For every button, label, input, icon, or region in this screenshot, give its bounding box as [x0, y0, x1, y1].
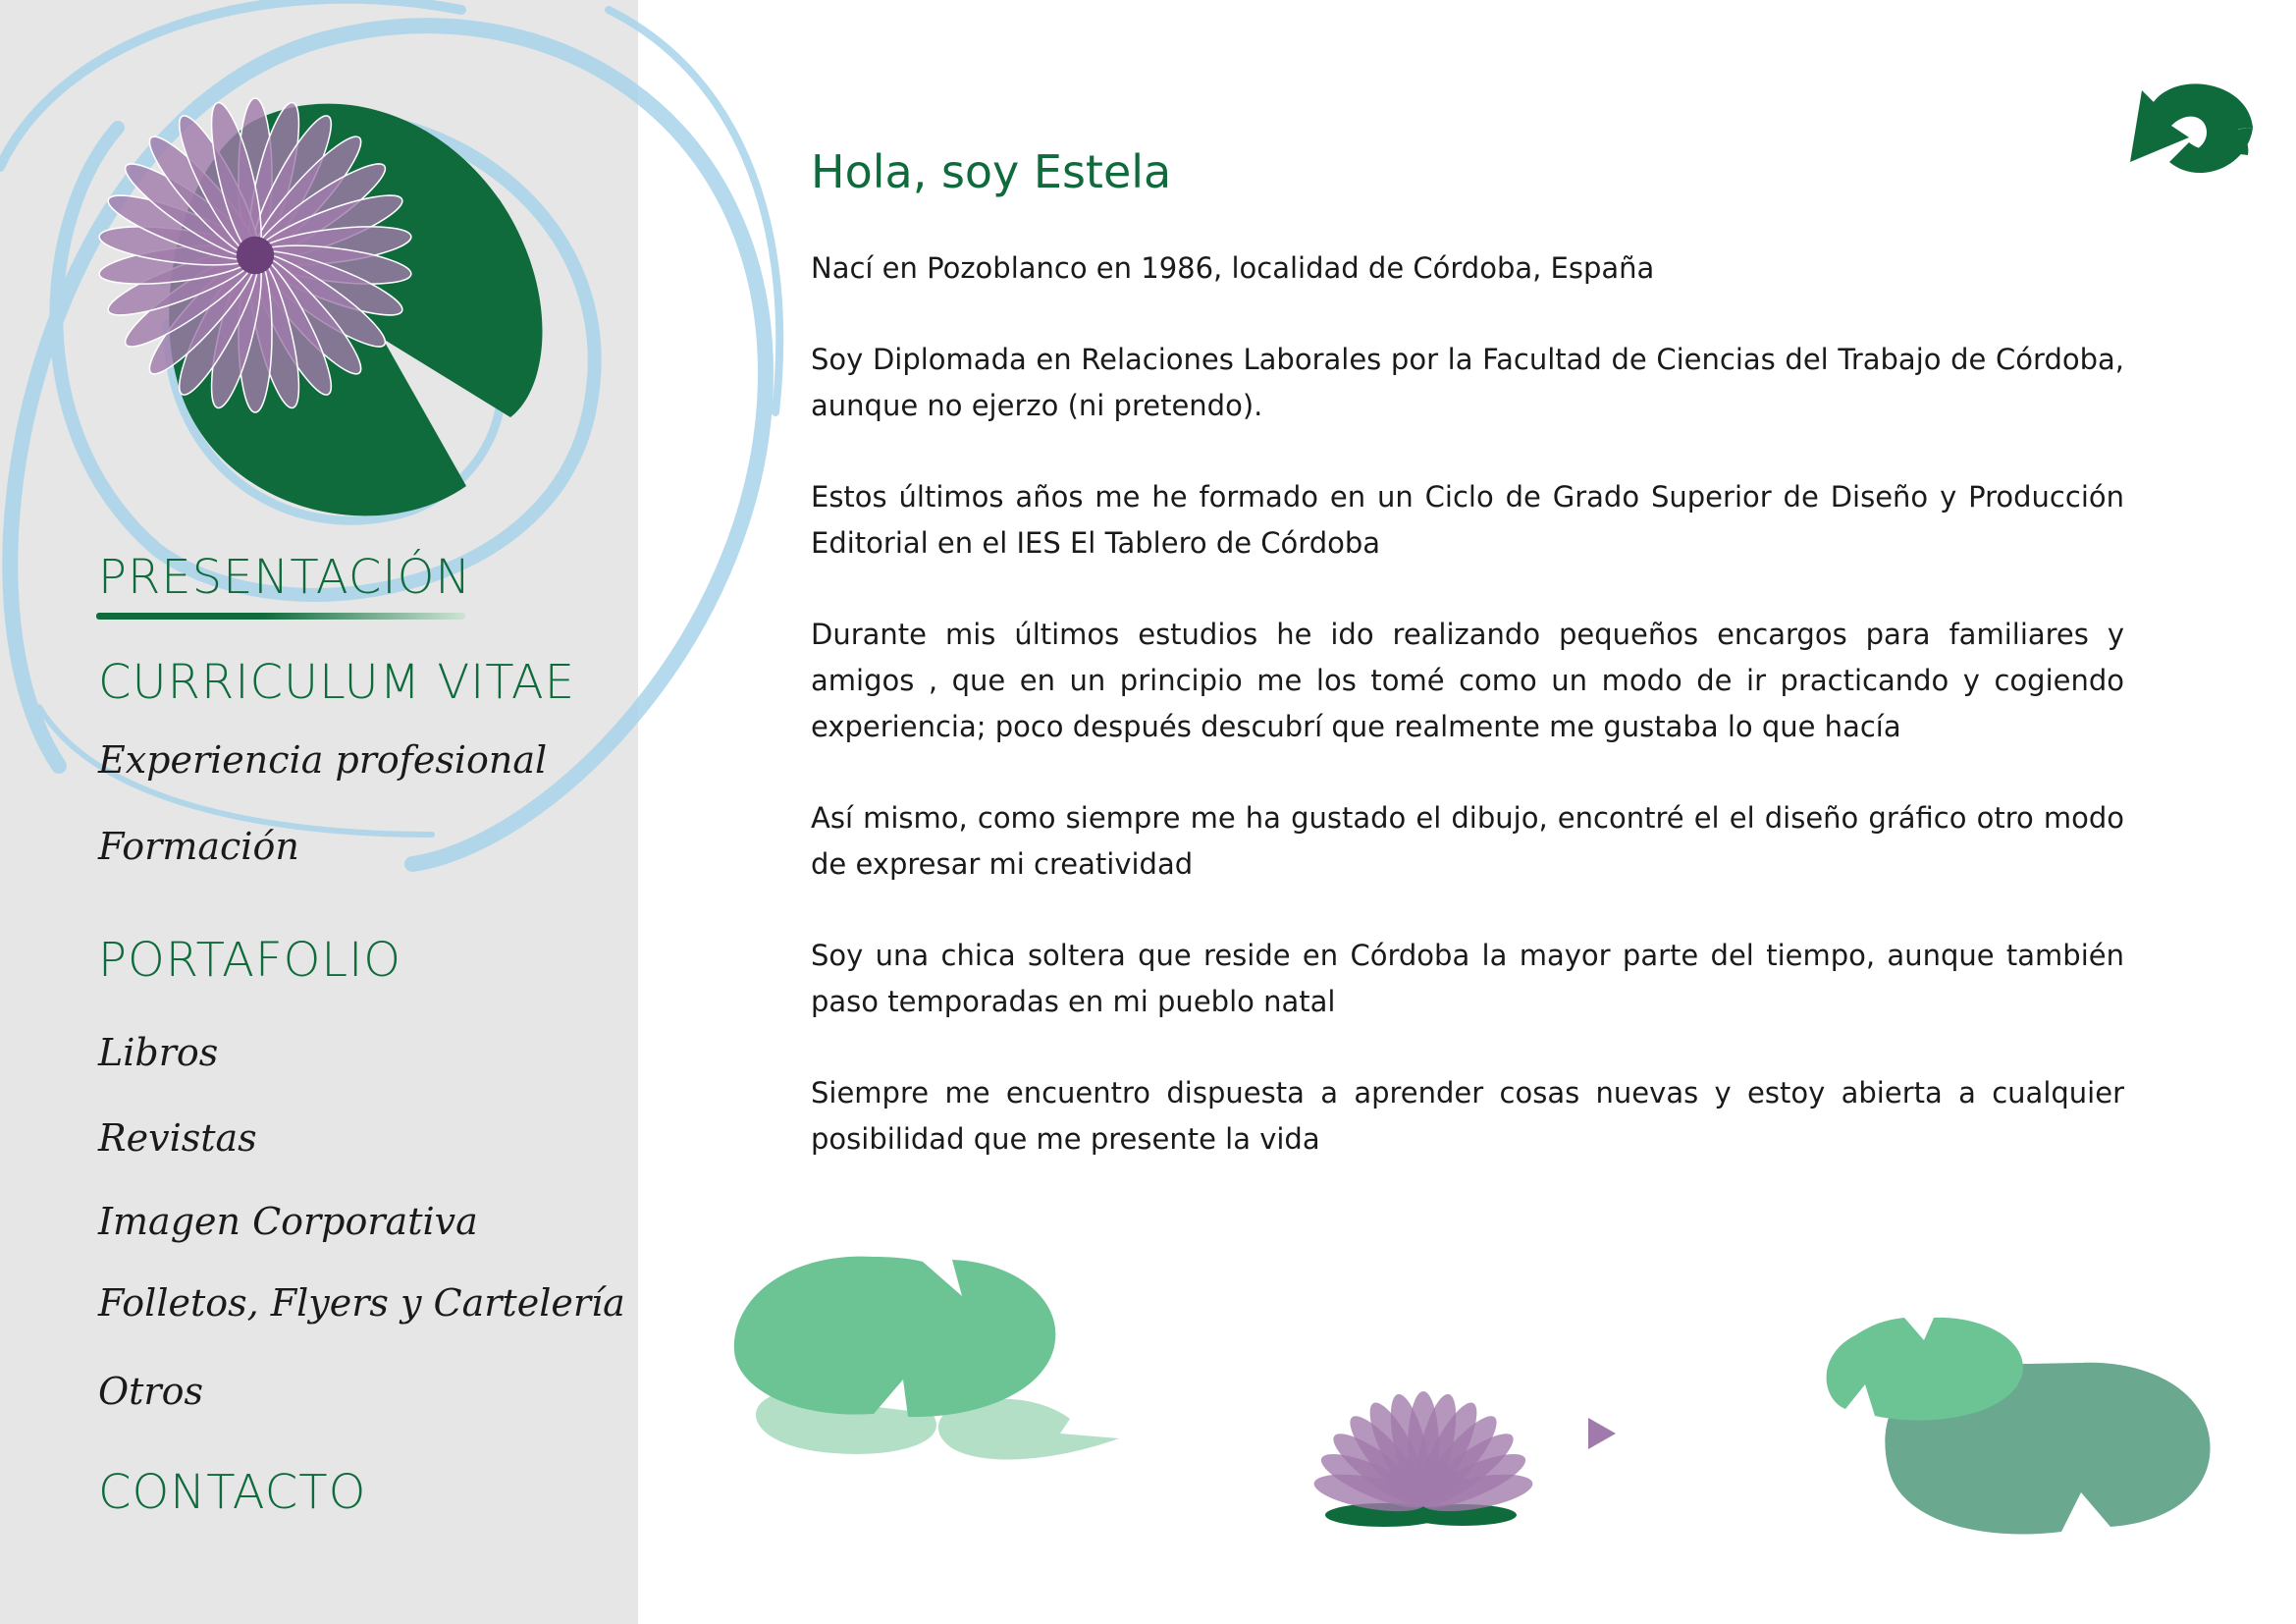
nav-presentacion[interactable]: PRESENTACIÓN	[98, 550, 471, 605]
lily-pads-left-decoration	[733, 1256, 1119, 1460]
page-title: Hola, soy Estela	[811, 145, 1172, 198]
nav-item-experiencia-profesional[interactable]: Experiencia profesional	[98, 738, 547, 782]
nav-item-revistas[interactable]: Revistas	[98, 1116, 257, 1160]
back-arrow-icon[interactable]	[2110, 69, 2258, 187]
play-triangle-icon[interactable]	[1582, 1414, 1622, 1453]
nav-portafolio[interactable]: PORTAFOLIO	[98, 933, 401, 988]
flower-center	[236, 236, 275, 275]
nav-item-folletos[interactable]: Folletos, Flyers y Cartelería	[98, 1281, 625, 1325]
paragraph: Así mismo, como siempre me ha gustado el…	[811, 801, 2124, 881]
small-lily-flower-decoration	[1313, 1391, 1533, 1527]
paragraph: Siempre me encuentro dispuesta a aprende…	[811, 1076, 2124, 1156]
nav-item-libros[interactable]: Libros	[98, 1031, 218, 1074]
intro-text: Nací en Pozoblanco en 1986, localidad de…	[811, 245, 2124, 1208]
paragraph: Soy Diplomada en Relaciones Laborales po…	[811, 343, 2124, 422]
nav-item-imagen-corporativa[interactable]: Imagen Corporativa	[98, 1200, 478, 1243]
active-nav-underline	[96, 613, 465, 620]
paragraph: Durante mis últimos estudios he ido real…	[811, 618, 2124, 743]
nav-curriculum-vitae[interactable]: CURRICULUM VITAE	[98, 655, 575, 710]
paragraph: Nací en Pozoblanco en 1986, localidad de…	[811, 251, 1655, 285]
paragraph: Soy una chica soltera que reside en Córd…	[811, 939, 2124, 1018]
paragraph: Estos últimos años me he formado en un C…	[811, 480, 2124, 560]
nav-item-formacion[interactable]: Formación	[98, 825, 299, 868]
nav-item-otros[interactable]: Otros	[98, 1370, 203, 1413]
nav-contacto[interactable]: CONTACTO	[98, 1465, 366, 1520]
water-lily-logo	[98, 97, 543, 516]
lily-pads-right-decoration	[1826, 1317, 2211, 1535]
